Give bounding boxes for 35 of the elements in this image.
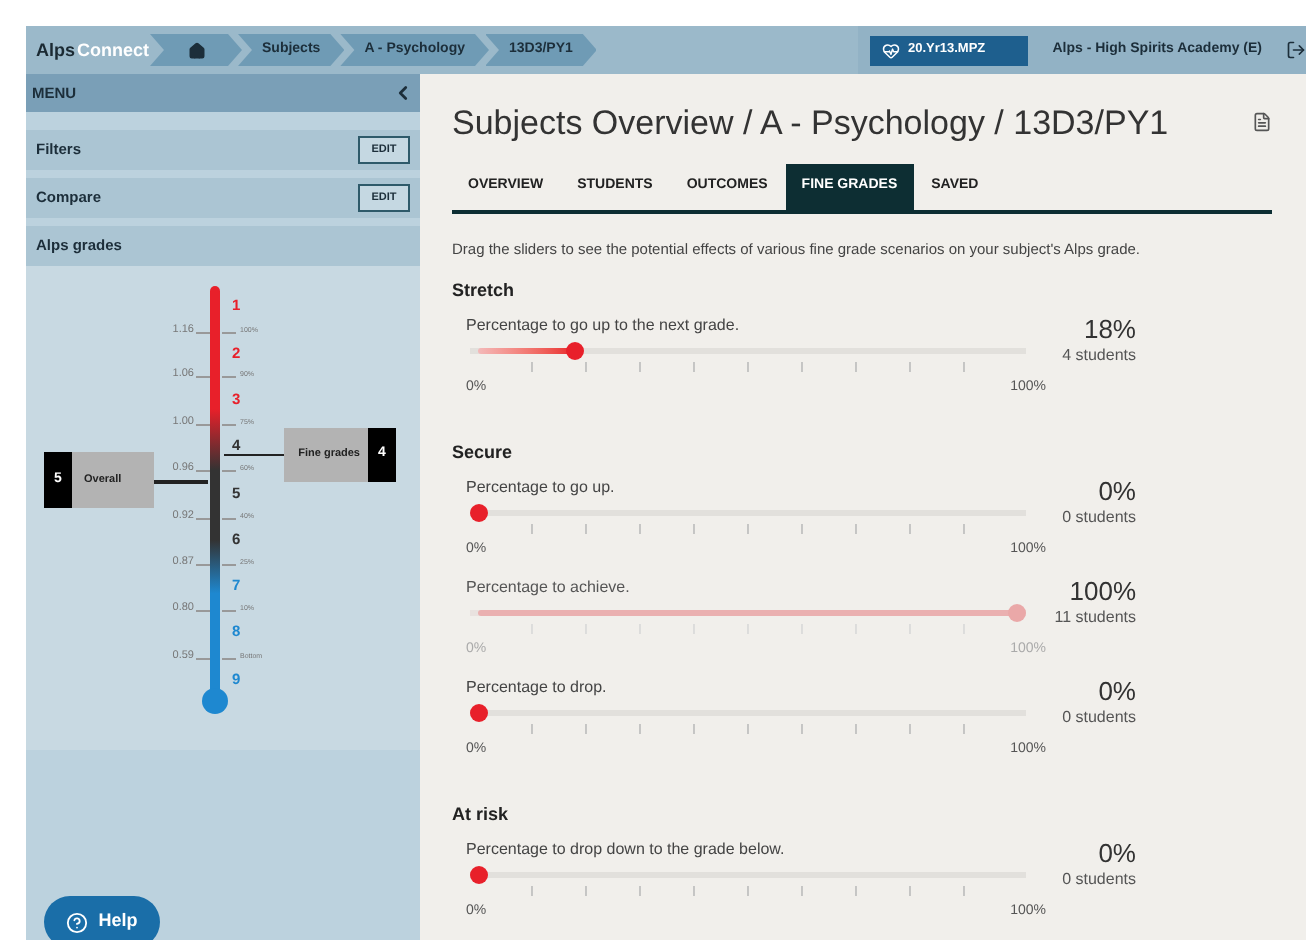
pdf-export-icon[interactable]: [1252, 112, 1272, 132]
section-heading: Stretch: [452, 278, 517, 304]
home-breadcrumb[interactable]: [150, 34, 242, 66]
logout-icon[interactable]: [1286, 40, 1306, 60]
student-count: 11 students: [1054, 606, 1136, 630]
slider-thumb[interactable]: [470, 704, 488, 722]
student-count: 4 students: [1062, 344, 1136, 368]
percentage-value: 0%: [1098, 478, 1136, 506]
slider-label: Percentage to go up.: [466, 478, 617, 498]
student-count: 0 students: [1062, 868, 1136, 892]
thermometer-bulb: [202, 688, 228, 714]
student-count: 0 students: [1062, 706, 1136, 730]
slider-thumb[interactable]: [566, 342, 585, 360]
slider-label: Percentage to go up to the next grade.: [466, 316, 742, 336]
page-title: Subjects Overview / A - Psychology / 13D3/PY1: [452, 102, 1169, 146]
slider-track[interactable]: [470, 704, 1026, 722]
home-icon: [187, 41, 205, 59]
section-heading: At risk: [452, 802, 511, 828]
student-count: 0 students: [1062, 506, 1136, 530]
slider-thumb[interactable]: [470, 866, 488, 884]
percentage-value: 100%: [1069, 578, 1136, 606]
percentage-value: 0%: [1098, 840, 1136, 868]
help-button[interactable]: Help: [44, 896, 160, 940]
slider-track[interactable]: [470, 866, 1026, 884]
slider-label: Percentage to drop down to the grade below.: [466, 840, 787, 860]
help-icon: [66, 911, 89, 933]
logo: AlpsConnect: [34, 41, 152, 59]
percentage-value: 0%: [1098, 678, 1136, 706]
slider-track[interactable]: [470, 504, 1026, 522]
slider-label: Percentage to drop.: [466, 678, 609, 698]
slider-label: Percentage to achieve.: [466, 578, 632, 598]
section-heading: Secure: [452, 440, 515, 466]
percentage-value: 18%: [1083, 316, 1136, 344]
heart-pulse-icon: [882, 41, 900, 59]
slider-thumb[interactable]: [470, 504, 488, 522]
